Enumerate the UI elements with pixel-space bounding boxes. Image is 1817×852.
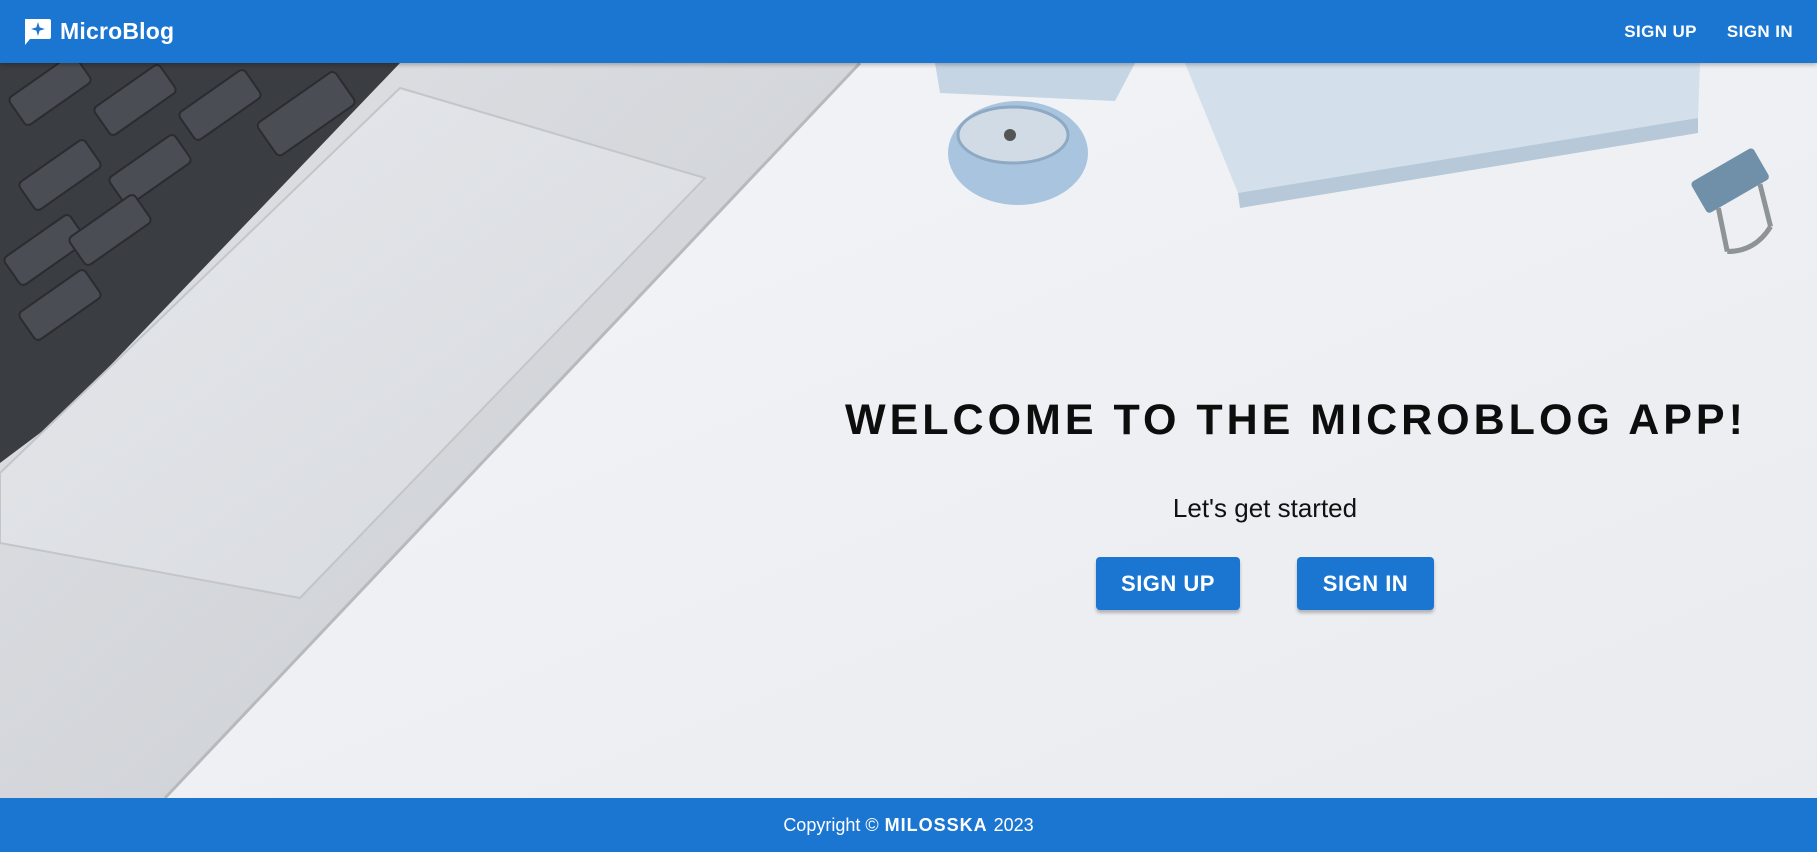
brand-name: MicroBlog xyxy=(60,18,175,44)
chat-sparkle-icon xyxy=(25,18,51,45)
signin-button[interactable]: SIGN IN xyxy=(1297,557,1434,610)
nav-signin-link[interactable]: SIGN IN xyxy=(1727,22,1793,42)
footer: Copyright © MILOSSKA 2023 xyxy=(0,798,1817,852)
app-bar: MicroBlog SIGN UP SIGN IN xyxy=(0,0,1817,63)
welcome-heading: WELCOME TO THE MICROBLOG APP! xyxy=(845,396,1747,444)
copyright-year: 2023 xyxy=(993,814,1034,835)
signup-button[interactable]: SIGN UP xyxy=(1096,557,1240,610)
hero-section: WELCOME TO THE MICROBLOG APP! Let's get … xyxy=(0,63,1817,798)
copyright-prefix: Copyright © xyxy=(783,814,879,835)
nav-signup-link[interactable]: SIGN UP xyxy=(1624,22,1697,42)
top-nav: SIGN UP SIGN IN xyxy=(1624,22,1793,42)
brand[interactable]: MicroBlog xyxy=(22,17,174,47)
copyright-author: MILOSSKA xyxy=(884,814,988,835)
hero-subtitle: Let's get started xyxy=(1172,493,1358,523)
